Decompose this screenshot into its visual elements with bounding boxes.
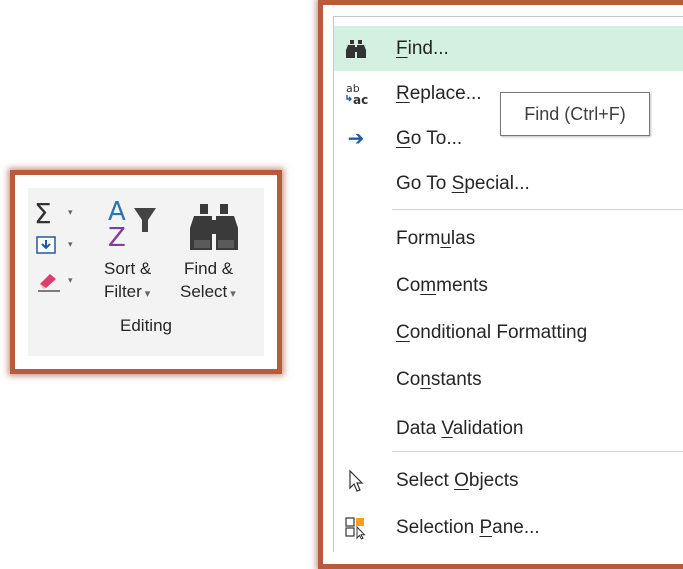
- menu-item-label: Conditional Formatting: [396, 322, 588, 343]
- find-tooltip: Find (Ctrl+F): [500, 92, 650, 136]
- replace-icon: ab ac: [336, 71, 376, 116]
- ribbon-screenshot-frame: Σ ▾ ▾ ▾ A Z Sort & Filter ▾ Find & Selec…: [10, 170, 282, 374]
- menu-item-label: Go To...: [396, 128, 463, 149]
- eraser-icon: [38, 274, 60, 292]
- sort-filter-label-line1: Sort &: [104, 259, 152, 278]
- pointer-icon: [336, 458, 376, 503]
- sort-az-filter-icon: A Z: [108, 197, 156, 253]
- binoculars-icon: [336, 26, 376, 71]
- menu-item-label: Go To Special...: [396, 173, 530, 194]
- sort-filter-button[interactable]: A Z: [104, 194, 168, 253]
- menu-item-label: Find...: [396, 38, 449, 59]
- menu-item-find[interactable]: Find...: [334, 26, 683, 71]
- menu-item-label: Constants: [396, 369, 482, 390]
- menu-item-selection-pane[interactable]: Selection Pane...: [334, 505, 683, 550]
- find-select-caret: ▾: [230, 288, 236, 300]
- menu-item-label: Replace...: [396, 83, 482, 104]
- find-select-label-line1: Find &: [184, 259, 234, 278]
- menu-item-label: Selection Pane...: [396, 517, 540, 538]
- menu-item-label: Data Validation: [396, 418, 524, 439]
- menu-screenshot-frame: Find... ab ac Replace... ➔ Go To... Go T…: [318, 0, 683, 569]
- fill-button[interactable]: [36, 236, 56, 254]
- menu-item-conditional-formatting[interactable]: Conditional Formatting: [334, 310, 683, 355]
- clear-dropdown-caret[interactable]: ▾: [68, 276, 73, 286]
- menu-item-select-objects[interactable]: Select Objects: [334, 458, 683, 503]
- autosum-dropdown-caret[interactable]: ▾: [68, 208, 73, 218]
- sigma-icon: Σ: [34, 197, 52, 230]
- find-select-button[interactable]: [186, 202, 242, 254]
- svg-text:Z: Z: [108, 223, 126, 252]
- clear-button[interactable]: [36, 270, 60, 292]
- editing-group-label: Editing: [120, 316, 172, 335]
- menu-item-goto-special[interactable]: Go To Special...: [334, 161, 683, 206]
- menu-item-formulas[interactable]: Formulas: [334, 216, 683, 261]
- svg-text:ac: ac: [353, 93, 368, 107]
- find-select-label-line2: Select ▾: [180, 282, 236, 301]
- menu-item-comments[interactable]: Comments: [334, 263, 683, 308]
- menu-item-label: Comments: [396, 275, 488, 296]
- arrow-right-icon: ➔: [347, 126, 365, 150]
- sort-filter-label-line2: Filter ▾: [104, 282, 151, 301]
- menu-item-constants[interactable]: Constants: [334, 357, 683, 402]
- editing-group: Σ ▾ ▾ ▾ A Z Sort & Filter ▾ Find & Selec…: [28, 188, 264, 356]
- sort-filter-caret: ▾: [144, 288, 151, 300]
- menu-separator: [392, 451, 683, 452]
- menu-item-data-validation[interactable]: Data Validation: [334, 406, 683, 451]
- fill-dropdown-caret[interactable]: ▾: [68, 240, 73, 250]
- menu-item-label: Select Objects: [396, 470, 519, 491]
- menu-separator: [392, 209, 683, 210]
- fill-down-icon: [36, 236, 56, 254]
- selection-pane-icon: [336, 505, 376, 550]
- autosum-button[interactable]: Σ: [34, 200, 52, 228]
- menu-item-label: Formulas: [396, 228, 476, 249]
- binoculars-icon: [190, 204, 238, 250]
